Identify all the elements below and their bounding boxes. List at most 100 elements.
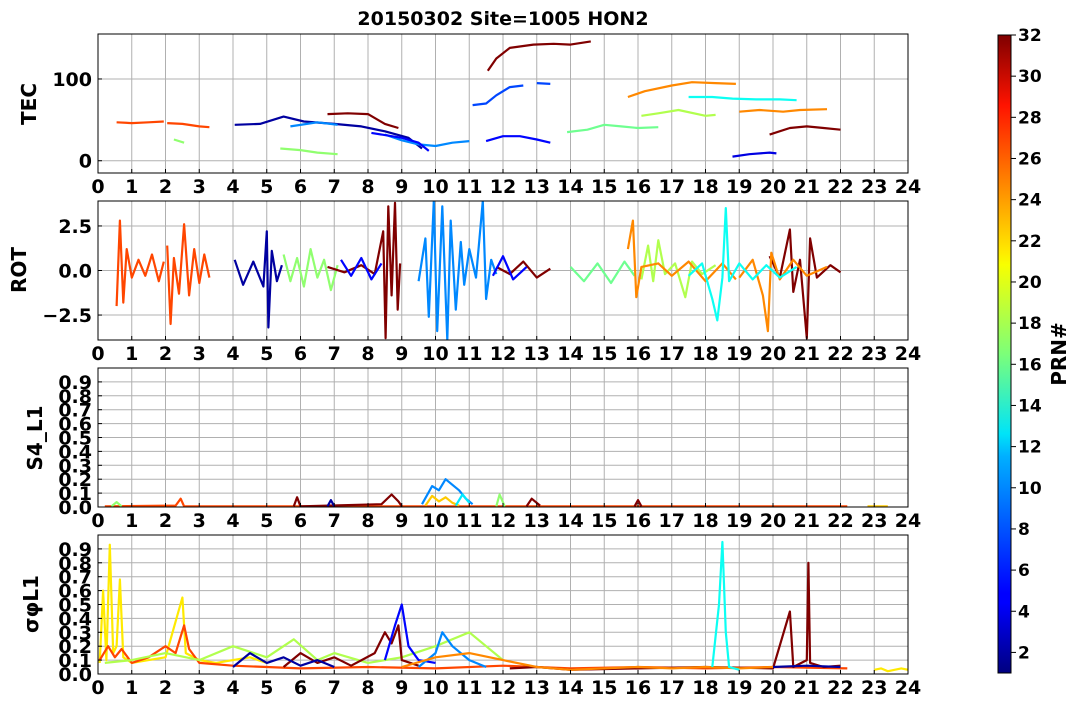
x-tick-label: 13 (524, 677, 550, 699)
x-tick-label: 9 (395, 510, 408, 532)
x-tick-label: 21 (794, 677, 820, 699)
x-tick-label: 23 (861, 510, 887, 532)
x-tick-label: 5 (260, 677, 273, 699)
series-line-prn-26 (116, 120, 164, 125)
x-tick-label: 14 (557, 510, 583, 532)
x-tick-label: 7 (328, 176, 341, 198)
x-tick-label: 23 (861, 343, 887, 365)
x-tick-label: 9 (395, 677, 408, 699)
panel-1: 0 1 2 3 4 5 6 7 8 9 10 11 12 13 14 15 16 17 18 19 20 21 22 23 24… (17, 33, 921, 198)
series-line-prn-24 (739, 108, 828, 113)
x-tick-label: 20 (760, 677, 786, 699)
x-tick-label: 7 (328, 510, 341, 532)
x-tick-label: 11 (456, 510, 482, 532)
x-tick-label: 3 (193, 510, 206, 532)
x-tick-label: 16 (625, 343, 651, 365)
x-tick-label: 20 (760, 176, 786, 198)
y-tick-label: 2.5 (58, 216, 92, 238)
x-tick-label: 17 (659, 176, 685, 198)
colorbar-tick-label: 14 (1018, 396, 1042, 416)
series-line-prn-24 (627, 81, 736, 99)
colorbar-tick-label: 20 (1018, 273, 1042, 293)
x-tick-label: 8 (361, 343, 374, 365)
x-tick-label: 24 (895, 343, 921, 365)
x-tick-label: 19 (726, 176, 752, 198)
x-tick-label: 0 (91, 677, 104, 699)
series-line-prn-13 (688, 95, 797, 102)
series-line-prn-32 (768, 228, 842, 340)
series-line-prn-13 (711, 540, 740, 671)
y-tick-label: 100 (52, 69, 92, 91)
x-tick-label: 5 (260, 343, 273, 365)
series-line-prn-9 (290, 121, 338, 128)
x-tick-label: 15 (591, 343, 617, 365)
colorbar-gradient (997, 34, 1012, 674)
x-tick-label: 3 (193, 677, 206, 699)
panel-2: 0 1 2 3 4 5 6 7 8 9 10 11 12 13 14 15 16 17 18 19 20 21 22 23 24… (7, 200, 921, 365)
x-tick-label: 7 (328, 677, 341, 699)
series-line-prn-16 (566, 123, 659, 134)
series-line-prn-26 (167, 122, 210, 129)
x-tick-label: 17 (659, 343, 685, 365)
colorbar-tick-label: 4 (1018, 602, 1030, 622)
series-line-prn-5 (485, 135, 551, 144)
colorbar-tick-label: 22 (1018, 232, 1042, 252)
x-tick-label: 14 (557, 343, 583, 365)
x-tick-label: 4 (226, 176, 239, 198)
x-tick-label: 0 (91, 343, 104, 365)
colorbar-tick-label: 16 (1018, 355, 1042, 375)
series-line-prn-2 (234, 115, 423, 150)
x-tick-label: 8 (361, 176, 374, 198)
x-tick-label: 11 (456, 176, 482, 198)
x-tick-label: 8 (361, 510, 374, 532)
colorbar-tick-label: 24 (1018, 191, 1042, 211)
series-line-prn-17 (282, 248, 339, 292)
x-tick-label: 9 (395, 343, 408, 365)
series-line-prn-26 (115, 219, 165, 307)
series-line-prn-32 (292, 493, 403, 507)
x-tick-label: 19 (726, 343, 752, 365)
series-line-prn-22 (424, 494, 460, 507)
colorbar-tick-label: 2 (1018, 643, 1030, 663)
x-tick-label: 18 (692, 176, 718, 198)
x-tick-label: 9 (395, 176, 408, 198)
x-tick-label: 20 (760, 343, 786, 365)
x-tick-label: 12 (490, 510, 516, 532)
colorbar-tick-label: 6 (1018, 561, 1030, 581)
x-tick-label: 18 (692, 677, 718, 699)
x-tick-label: 23 (861, 677, 887, 699)
series-line-prn-26 (166, 223, 211, 326)
series-line-prn-12 (454, 493, 471, 507)
colorbar-tick-label: 8 (1018, 520, 1030, 540)
x-tick-label: 16 (625, 677, 651, 699)
x-tick-label: 24 (895, 677, 921, 699)
series-line-prn-7 (472, 84, 524, 107)
x-tick-label: 6 (294, 343, 307, 365)
series-line-prn-17 (280, 147, 338, 156)
x-tick-label: 6 (294, 510, 307, 532)
panels: 0 1 2 3 4 5 6 7 8 9 10 11 12 13 14 15 16 17 18 19 20 21 22 23 24… (7, 33, 921, 699)
figure: 20150302 Site=1005 HON2 0 1 2 3 4 5 6 7 8 9 10 11 12… (7, 8, 1071, 699)
x-tick-label: 17 (659, 510, 685, 532)
x-tick-label: 10 (422, 510, 448, 532)
x-tick-label: 19 (726, 677, 752, 699)
y-tick-label: −2.5 (42, 305, 92, 327)
series-line-prn-5 (491, 255, 528, 281)
x-tick-label: 13 (524, 343, 550, 365)
x-tick-label: 21 (794, 510, 820, 532)
x-tick-label: 1 (125, 677, 138, 699)
x-tick-label: 2 (159, 677, 172, 699)
x-tick-label: 6 (294, 176, 307, 198)
x-tick-label: 1 (125, 343, 138, 365)
x-tick-label: 0 (91, 510, 104, 532)
x-tick-label: 18 (692, 343, 718, 365)
panel-3: 0 1 2 3 4 5 6 7 8 9 10 11 12 13 14 15 16 17 18 19 20 21 22 23 24… (23, 367, 921, 532)
series-line-prn-2 (233, 230, 283, 329)
x-tick-label: 7 (328, 343, 341, 365)
x-tick-label: 3 (193, 343, 206, 365)
x-tick-label: 0 (91, 176, 104, 198)
x-tick-label: 4 (226, 343, 239, 365)
x-tick-label: 2 (159, 510, 172, 532)
x-tick-label: 2 (159, 343, 172, 365)
colorbar-tick-label: 18 (1018, 314, 1042, 334)
